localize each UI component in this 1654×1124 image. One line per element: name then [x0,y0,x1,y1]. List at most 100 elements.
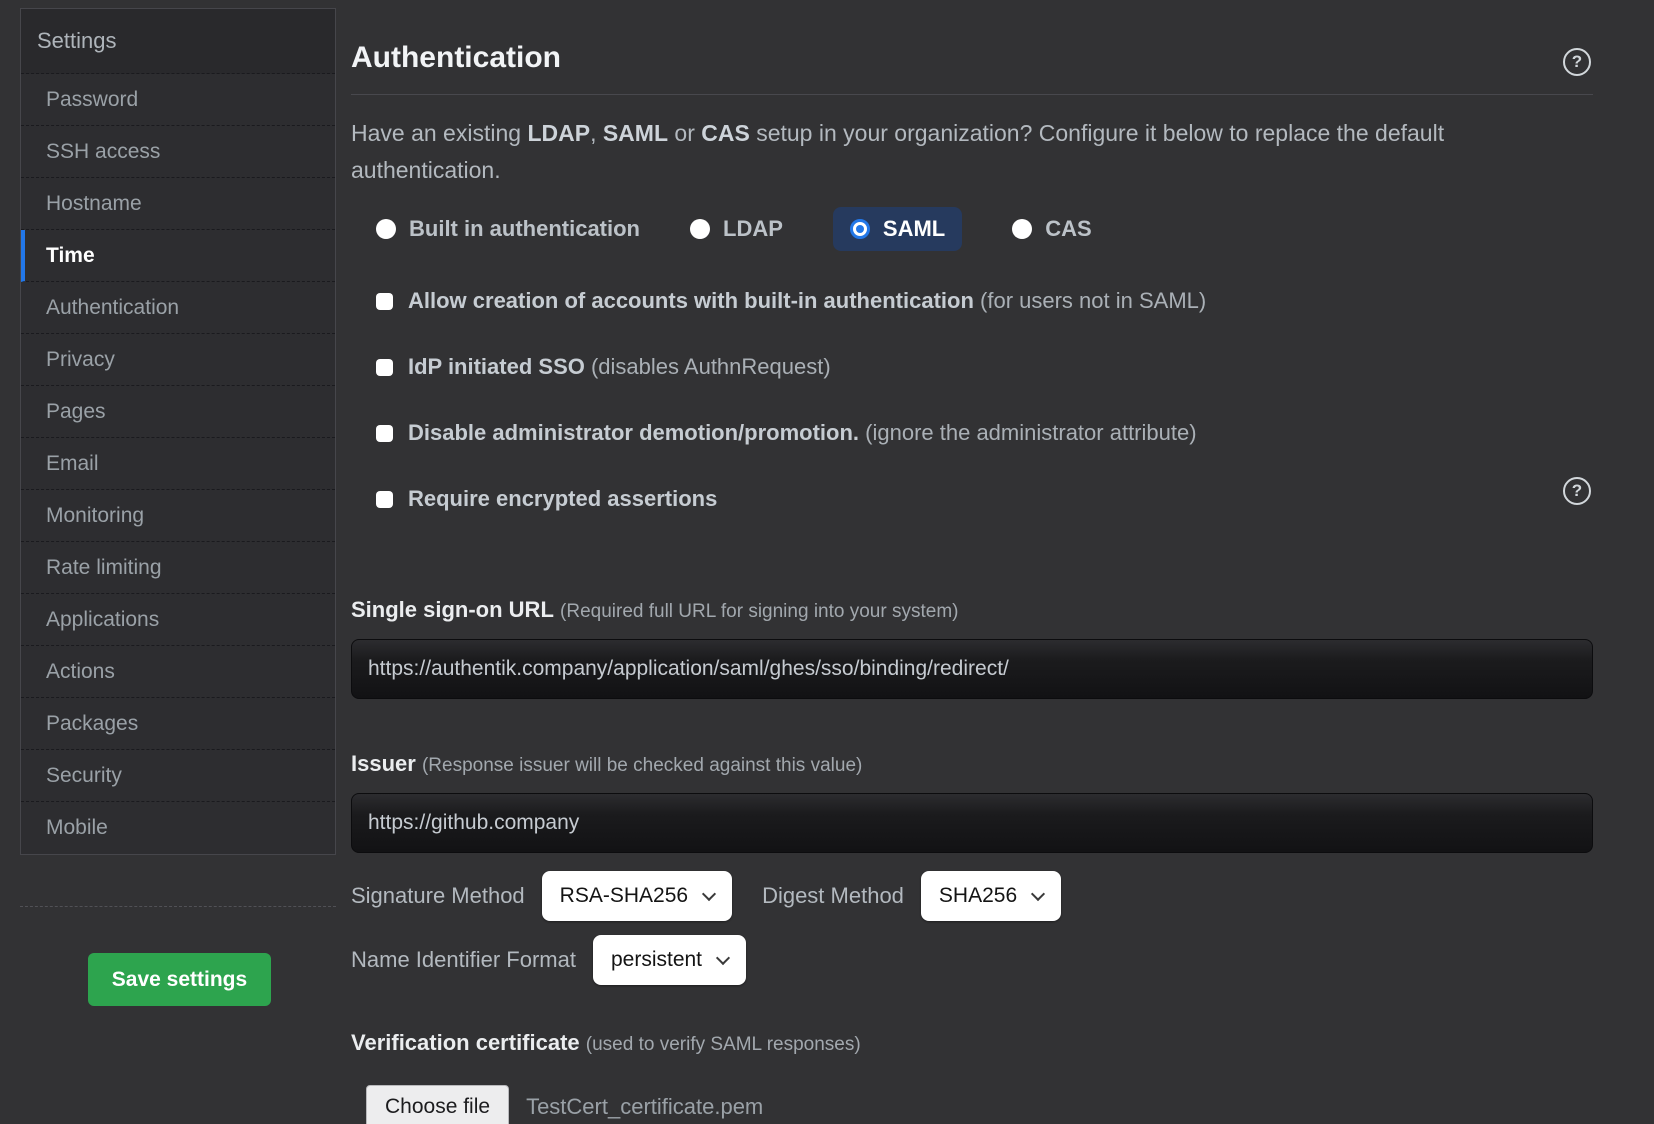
auth-method-label: CAS [1045,216,1091,242]
option-text: Allow creation of accounts with built-in… [408,288,1206,314]
digest-method-value: SHA256 [939,884,1017,908]
option-text: Disable administrator demotion/promotion… [408,420,1197,446]
radio-icon [376,219,396,239]
sidebar-item-privacy[interactable]: Privacy [21,334,335,386]
sidebar-item-label: Mobile [46,816,108,840]
auth-method-label: LDAP [723,216,783,242]
sidebar-item-hostname[interactable]: Hostname [21,178,335,230]
auth-method-saml[interactable]: SAML [833,207,962,251]
sidebar-item-password[interactable]: Password [21,74,335,126]
sidebar-item-label: Pages [46,400,106,424]
sidebar-item-security[interactable]: Security [21,750,335,802]
sidebar-item-actions[interactable]: Actions [21,646,335,698]
issuer-input[interactable] [351,793,1593,853]
auth-method-ldap[interactable]: LDAP [690,216,783,242]
checkbox-icon [376,293,393,310]
sidebar-item-authentication[interactable]: Authentication [21,282,335,334]
checkbox-icon [376,491,393,508]
signature-method-value: RSA-SHA256 [560,884,688,908]
signature-method-label: Signature Method [351,883,525,909]
save-settings-button[interactable]: Save settings [88,953,271,1006]
digest-method-select[interactable]: SHA256 [921,871,1061,921]
sso-url-label-text: Single sign-on URL [351,597,554,622]
option-note: (disables AuthnRequest) [585,354,831,379]
sso-url-note: (Required full URL for signing into your… [560,601,958,622]
auth-method-radio-group: Built in authentication LDAP SAML CAS [376,207,1593,251]
chevron-down-icon [716,950,730,964]
option-note: (for users not in SAML) [974,288,1206,313]
sidebar-item-pages[interactable]: Pages [21,386,335,438]
intro-text-segment: , [590,120,603,146]
sidebar-item-label: SSH access [46,140,160,164]
option-text: Require encrypted assertions [408,486,717,512]
auth-method-label: SAML [883,216,945,242]
sidebar-item-applications[interactable]: Applications [21,594,335,646]
sidebar-item-label: Actions [46,660,115,684]
chosen-file-name: TestCert_certificate.pem [526,1094,763,1120]
chevron-down-icon [702,886,716,900]
issuer-note: (Response issuer will be checked against… [422,755,862,776]
sidebar-item-label: Security [46,764,122,788]
name-identifier-format-value: persistent [611,948,702,972]
sidebar-item-time[interactable]: Time [21,230,335,282]
sidebar-item-label: Applications [46,608,159,632]
help-icon-encrypted-assertions[interactable]: ? [1563,477,1591,505]
option-require-encrypted-assertions[interactable]: Require encrypted assertions [376,485,1593,513]
sidebar-item-label: Packages [46,712,138,736]
intro-text-segment: or [668,120,701,146]
sidebar-item-label: Email [46,452,99,476]
help-icon[interactable]: ? [1563,48,1591,76]
settings-sidebar: Settings Password SSH access Hostname Time A… [20,8,336,855]
checkbox-icon [376,425,393,442]
sidebar-item-label: Hostname [46,192,142,216]
sidebar-item-email[interactable]: Email [21,438,335,490]
signature-method-select[interactable]: RSA-SHA256 [542,871,732,921]
radio-icon [690,219,710,239]
option-text: IdP initiated SSO (disables AuthnRequest… [408,354,831,380]
option-allow-builtin-accounts[interactable]: Allow creation of accounts with built-in… [376,287,1593,315]
option-label: IdP initiated SSO [408,354,585,379]
option-idp-initiated-sso[interactable]: IdP initiated SSO (disables AuthnRequest… [376,353,1593,381]
sidebar-item-label: Monitoring [46,504,144,528]
sidebar-item-label: Privacy [46,348,115,372]
verification-certificate-file-row: Choose file TestCert_certificate.pem [366,1085,1593,1124]
option-label: Require encrypted assertions [408,486,717,511]
sidebar-item-label: Time [46,244,95,268]
intro-keyword: LDAP [527,120,590,146]
verification-certificate-label-text: Verification certificate [351,1030,580,1055]
option-note: (ignore the administrator attribute) [859,420,1197,445]
sso-url-label: Single sign-on URL (Required full URL fo… [351,595,1593,627]
intro-keyword: SAML [603,120,668,146]
verification-certificate-note: (used to verify SAML responses) [586,1034,861,1055]
checkbox-icon [376,359,393,376]
issuer-label: Issuer (Response issuer will be checked … [351,749,1593,781]
option-disable-admin-demotion[interactable]: Disable administrator demotion/promotion… [376,419,1593,447]
option-label: Disable administrator demotion/promotion… [408,420,859,445]
sidebar-item-rate-limiting[interactable]: Rate limiting [21,542,335,594]
sidebar-item-mobile[interactable]: Mobile [21,802,335,854]
auth-method-built-in-authentication[interactable]: Built in authentication [376,216,640,242]
sidebar-title: Settings [21,9,335,74]
sidebar-item-label: Authentication [46,296,179,320]
auth-options-list: Allow creation of accounts with built-in… [376,287,1593,513]
choose-file-button[interactable]: Choose file [366,1085,509,1124]
sidebar-item-ssh-access[interactable]: SSH access [21,126,335,178]
intro-keyword: CAS [701,120,750,146]
auth-method-cas[interactable]: CAS [1012,216,1091,242]
chevron-down-icon [1031,886,1045,900]
page-title: Authentication [351,38,1593,78]
sidebar-divider [20,906,336,907]
name-identifier-format-select[interactable]: persistent [593,935,746,985]
intro-text: Have an existing LDAP, SAML or CAS setup… [351,115,1451,189]
intro-text-segment: Have an existing [351,120,527,146]
radio-selected-icon [850,219,870,239]
option-label: Allow creation of accounts with built-in… [408,288,974,313]
sso-url-input[interactable] [351,639,1593,699]
sidebar-item-monitoring[interactable]: Monitoring [21,490,335,542]
sidebar-item-label: Rate limiting [46,556,162,580]
digest-method-label: Digest Method [762,883,904,909]
sidebar-item-packages[interactable]: Packages [21,698,335,750]
name-identifier-format-label: Name Identifier Format [351,947,576,973]
radio-icon [1012,219,1032,239]
authentication-panel: ? ? Authentication Have an existing LDAP… [351,0,1593,1124]
